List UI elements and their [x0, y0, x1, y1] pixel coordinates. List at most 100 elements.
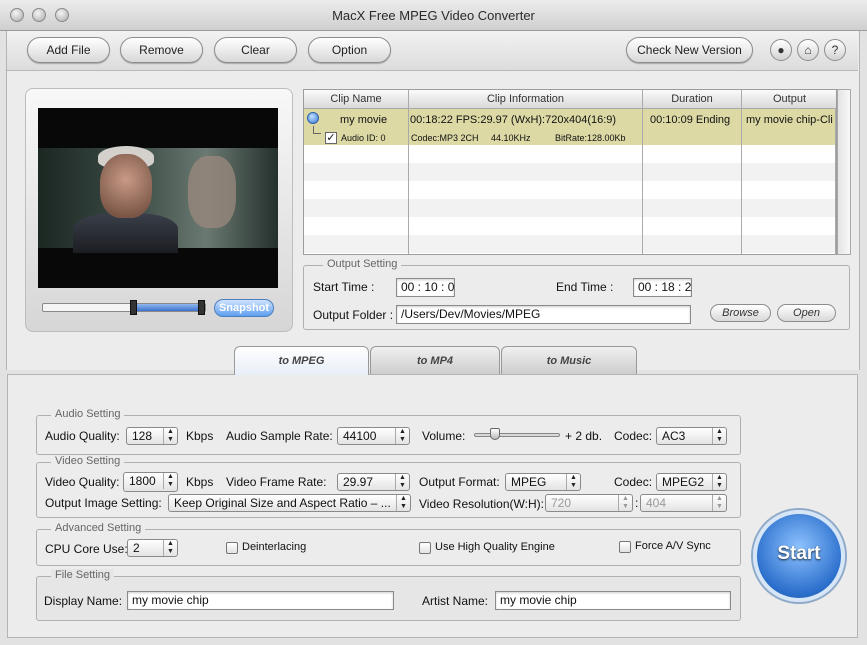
audio-frequency: 44.10KHz: [491, 133, 531, 143]
video-figure-body: [73, 213, 178, 253]
trim-end-handle[interactable]: [197, 300, 205, 315]
select-arrows-icon: ▲ ▼: [712, 474, 726, 490]
clip-table: Clip Name Clip Information Duration Outp…: [303, 89, 837, 255]
output-image-setting-select[interactable]: Keep Original Size and Aspect Ratio – ..…: [168, 494, 411, 512]
high-quality-engine-checkbox[interactable]: [419, 542, 431, 554]
tab-to-mp4[interactable]: to MP4: [370, 346, 500, 374]
force-av-sync-checkbox[interactable]: [619, 541, 631, 553]
output-image-setting-label: Output Image Setting:: [45, 496, 162, 510]
audio-setting-title: Audio Setting: [51, 408, 125, 420]
resolution-height-value: 404: [646, 496, 667, 510]
clip-info: 00:18:22 FPS:29.97 (WxH):720x404(16:9): [410, 114, 617, 126]
table-stripe: [304, 199, 836, 217]
audio-sample-rate-select[interactable]: 44100 ▲ ▼: [337, 427, 410, 445]
table-stripe: [304, 163, 836, 181]
remove-button[interactable]: Remove: [120, 37, 203, 63]
output-format-value: MPEG: [511, 475, 547, 489]
audio-codec-label: Codec:: [614, 429, 653, 443]
select-arrows-icon: ▲ ▼: [566, 474, 580, 490]
audio-codec-value: AC3: [662, 429, 686, 443]
video-resolution-label: Video Resolution(W:H):: [419, 497, 544, 511]
column-header-duration[interactable]: Duration: [643, 90, 742, 109]
video-setting-title: Video Setting: [51, 455, 125, 467]
stepper-arrows-icon[interactable]: ▲ ▼: [163, 473, 177, 489]
video-quality-unit: Kbps: [186, 475, 214, 489]
trim-slider-range: [133, 304, 202, 311]
add-file-button[interactable]: Add File: [27, 37, 110, 63]
start-time-field[interactable]: 00 : 10 : 09: [396, 278, 455, 297]
resolution-height-stepper[interactable]: 404 ▲ ▼: [640, 494, 727, 512]
browse-button[interactable]: Browse: [710, 304, 771, 322]
video-frame-rate-select[interactable]: 29.97 ▲ ▼: [337, 473, 410, 491]
video-figure-hand: [188, 156, 236, 228]
resolution-separator: :: [635, 496, 639, 510]
artist-name-field[interactable]: my movie chip: [495, 591, 731, 610]
video-figure-face: [100, 154, 152, 218]
window-title: MacX Free MPEG Video Converter: [332, 8, 535, 23]
help-icon[interactable]: ?: [824, 39, 846, 61]
deinterlacing-checkbox[interactable]: [226, 542, 238, 554]
output-folder-field[interactable]: /Users/Dev/Movies/MPEG: [396, 305, 691, 324]
tab-to-mpeg[interactable]: to MPEG: [234, 346, 369, 375]
video-codec-label: Codec:: [614, 475, 653, 489]
column-header-output[interactable]: Output: [742, 90, 836, 109]
audio-bitrate: BitRate:128.00Kb: [555, 133, 626, 143]
column-divider: [408, 90, 409, 254]
audio-quality-stepper[interactable]: 128 ▲ ▼: [126, 427, 178, 445]
column-header-clip-info[interactable]: Clip Information: [409, 90, 643, 109]
audio-quality-unit: Kbps: [186, 429, 214, 443]
check-new-version-button[interactable]: Check New Version: [626, 37, 753, 63]
artist-name-label: Artist Name:: [422, 594, 489, 608]
audio-sample-rate-value: 44100: [343, 429, 377, 443]
stepper-arrows-icon[interactable]: ▲ ▼: [618, 495, 632, 511]
clear-button[interactable]: Clear: [214, 37, 297, 63]
audio-codec: Codec:MP3 2CH: [411, 133, 479, 143]
audio-quality-label: Audio Quality:: [45, 429, 120, 443]
table-scrollbar[interactable]: [837, 89, 851, 255]
tab-to-music[interactable]: to Music: [501, 346, 637, 374]
clip-name: my movie: [340, 114, 388, 126]
cpu-core-value: 2: [133, 541, 140, 555]
force-av-sync-label: Force A/V Sync: [635, 540, 711, 552]
audio-codec-select[interactable]: AC3 ▲ ▼: [656, 427, 727, 445]
resolution-width-stepper[interactable]: 720 ▲ ▼: [545, 494, 633, 512]
cpu-core-select[interactable]: 2 ▲ ▼: [127, 539, 178, 557]
display-name-field[interactable]: my movie chip: [127, 591, 394, 610]
video-quality-label: Video Quality:: [45, 475, 120, 489]
column-header-clip-name[interactable]: Clip Name: [304, 90, 409, 109]
display-name-label: Display Name:: [44, 594, 123, 608]
user-icon[interactable]: ●: [770, 39, 792, 61]
video-codec-select[interactable]: MPEG2 ▲ ▼: [656, 473, 727, 491]
stepper-arrows-icon[interactable]: ▲ ▼: [163, 428, 177, 444]
tree-connector: [313, 126, 321, 134]
advanced-setting-title: Advanced Setting: [51, 522, 146, 534]
clip-duration: 00:10:09 Ending: [650, 114, 731, 126]
video-quality-stepper[interactable]: 1800 ▲ ▼: [123, 472, 178, 492]
snapshot-button[interactable]: Snapshot: [214, 299, 274, 317]
output-setting-title: Output Setting: [323, 258, 402, 270]
volume-value: + 2 db.: [565, 429, 603, 443]
open-button[interactable]: Open: [777, 304, 836, 322]
column-divider: [642, 90, 643, 254]
stepper-arrows-icon[interactable]: ▲ ▼: [712, 495, 726, 511]
resolution-width-value: 720: [551, 496, 572, 510]
cpu-core-label: CPU Core Use:: [45, 542, 128, 556]
output-image-setting-value: Keep Original Size and Aspect Ratio – ..…: [174, 496, 391, 510]
deinterlacing-label: Deinterlacing: [242, 541, 307, 553]
volume-slider[interactable]: [474, 433, 560, 437]
clip-output: my movie chip-Cli: [746, 114, 833, 126]
output-format-label: Output Format:: [419, 475, 500, 489]
audio-track-checkbox[interactable]: ✓: [325, 132, 337, 144]
select-arrows-icon: ▲ ▼: [395, 474, 409, 490]
video-preview: [38, 108, 278, 288]
end-time-field[interactable]: 00 : 18 : 22: [633, 278, 692, 297]
video-codec-value: MPEG2: [662, 475, 705, 489]
option-button[interactable]: Option: [308, 37, 391, 63]
volume-slider-knob[interactable]: [489, 428, 500, 440]
output-format-select[interactable]: MPEG ▲ ▼: [505, 473, 581, 491]
trim-start-handle[interactable]: [129, 300, 137, 315]
start-button[interactable]: Start: [753, 510, 845, 602]
home-icon[interactable]: ⌂: [797, 39, 819, 61]
expand-icon[interactable]: [307, 112, 319, 124]
file-setting-title: File Setting: [51, 569, 115, 581]
